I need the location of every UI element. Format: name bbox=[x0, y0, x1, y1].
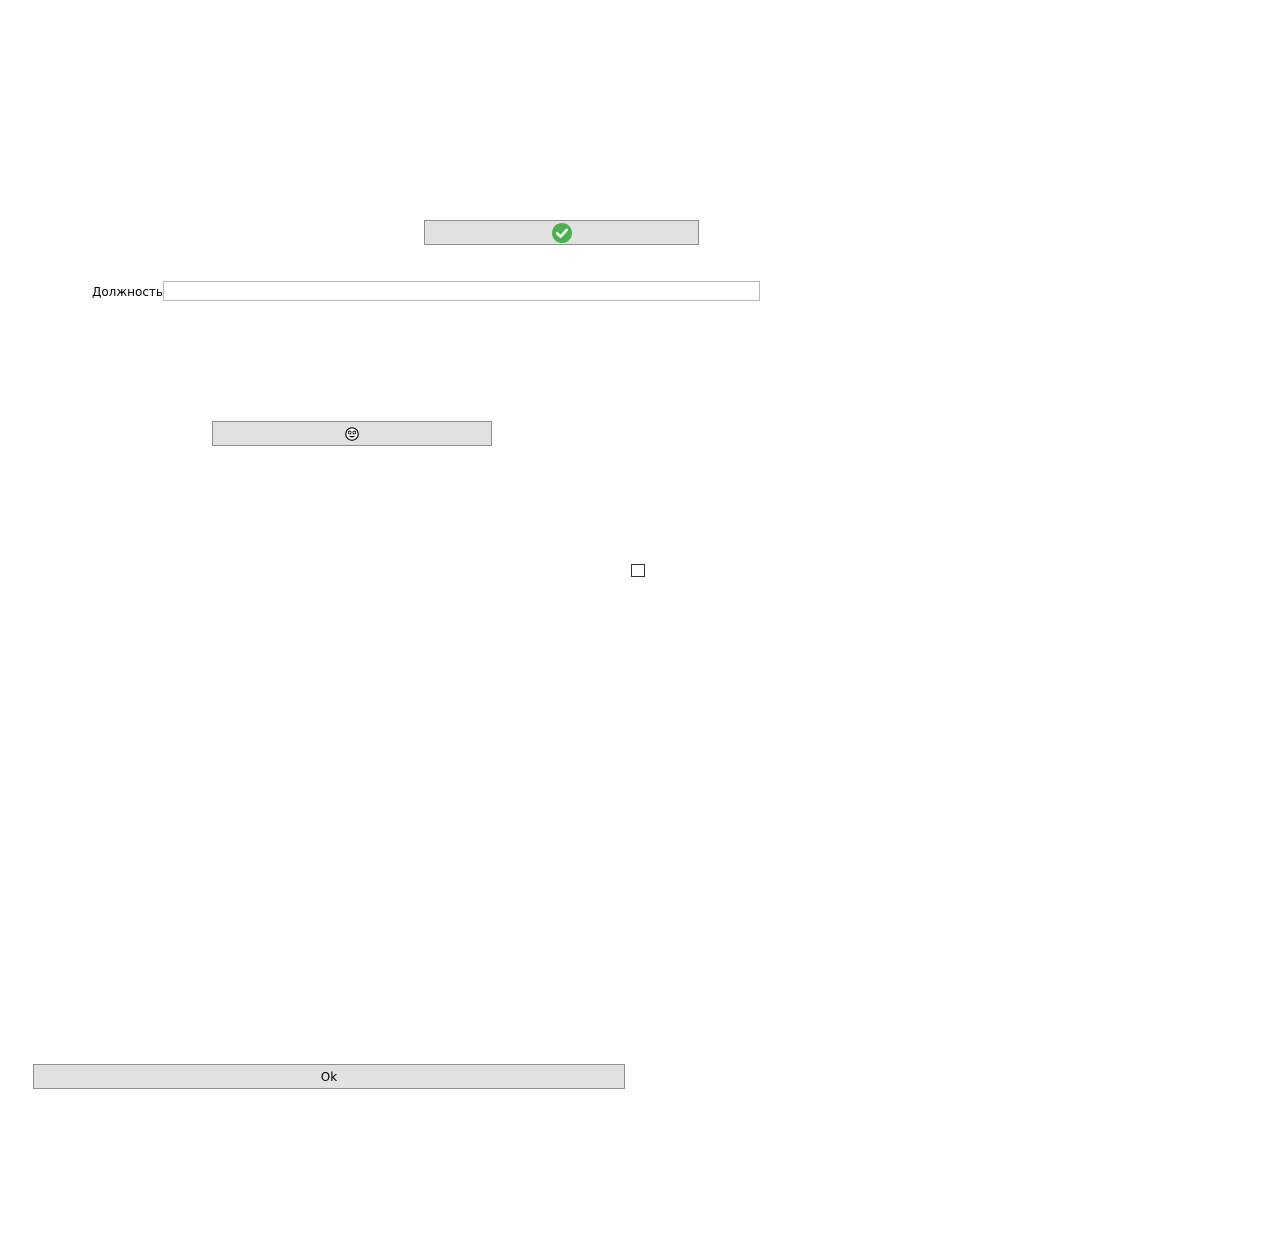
ok-button[interactable]: Ok bbox=[33, 1064, 625, 1089]
emoji-button[interactable] bbox=[212, 421, 492, 446]
form-canvas: Должность Ok bbox=[0, 0, 1262, 1242]
face-emoji-icon bbox=[345, 426, 359, 441]
position-field[interactable] bbox=[163, 281, 760, 301]
confirm-button[interactable] bbox=[424, 220, 699, 245]
check-circle-icon bbox=[551, 222, 572, 243]
position-field-label: Должность bbox=[91, 285, 163, 299]
option-checkbox[interactable] bbox=[631, 564, 645, 577]
